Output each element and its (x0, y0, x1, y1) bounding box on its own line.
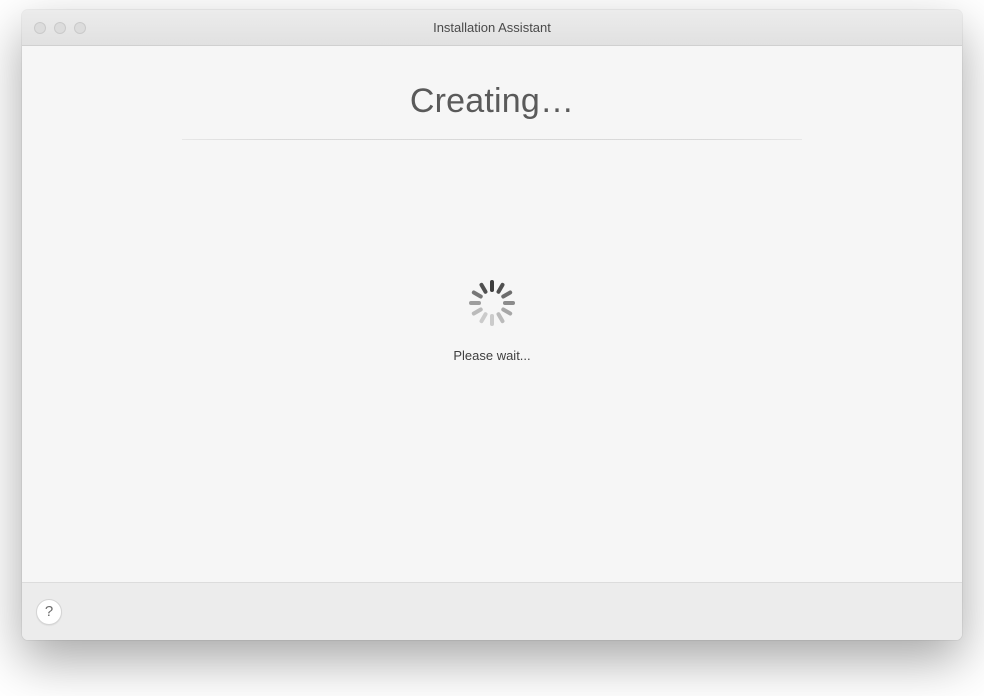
spinner-icon (469, 280, 515, 326)
window-footer: ? (22, 582, 962, 640)
close-window-button[interactable] (34, 22, 46, 34)
window-titlebar: Installation Assistant (22, 10, 962, 46)
progress-block: Please wait... (453, 280, 530, 363)
page-heading: Creating… (182, 82, 802, 121)
main-content: Creating… Please wait... (22, 46, 962, 582)
help-icon: ? (45, 603, 53, 620)
zoom-window-button[interactable] (74, 22, 86, 34)
window-title: Installation Assistant (22, 20, 962, 35)
help-button[interactable]: ? (36, 599, 62, 625)
status-text: Please wait... (453, 348, 530, 363)
installation-assistant-window: Installation Assistant Creating… P (22, 10, 962, 640)
minimize-window-button[interactable] (54, 22, 66, 34)
window-controls (34, 22, 86, 34)
heading-section: Creating… (182, 82, 802, 140)
